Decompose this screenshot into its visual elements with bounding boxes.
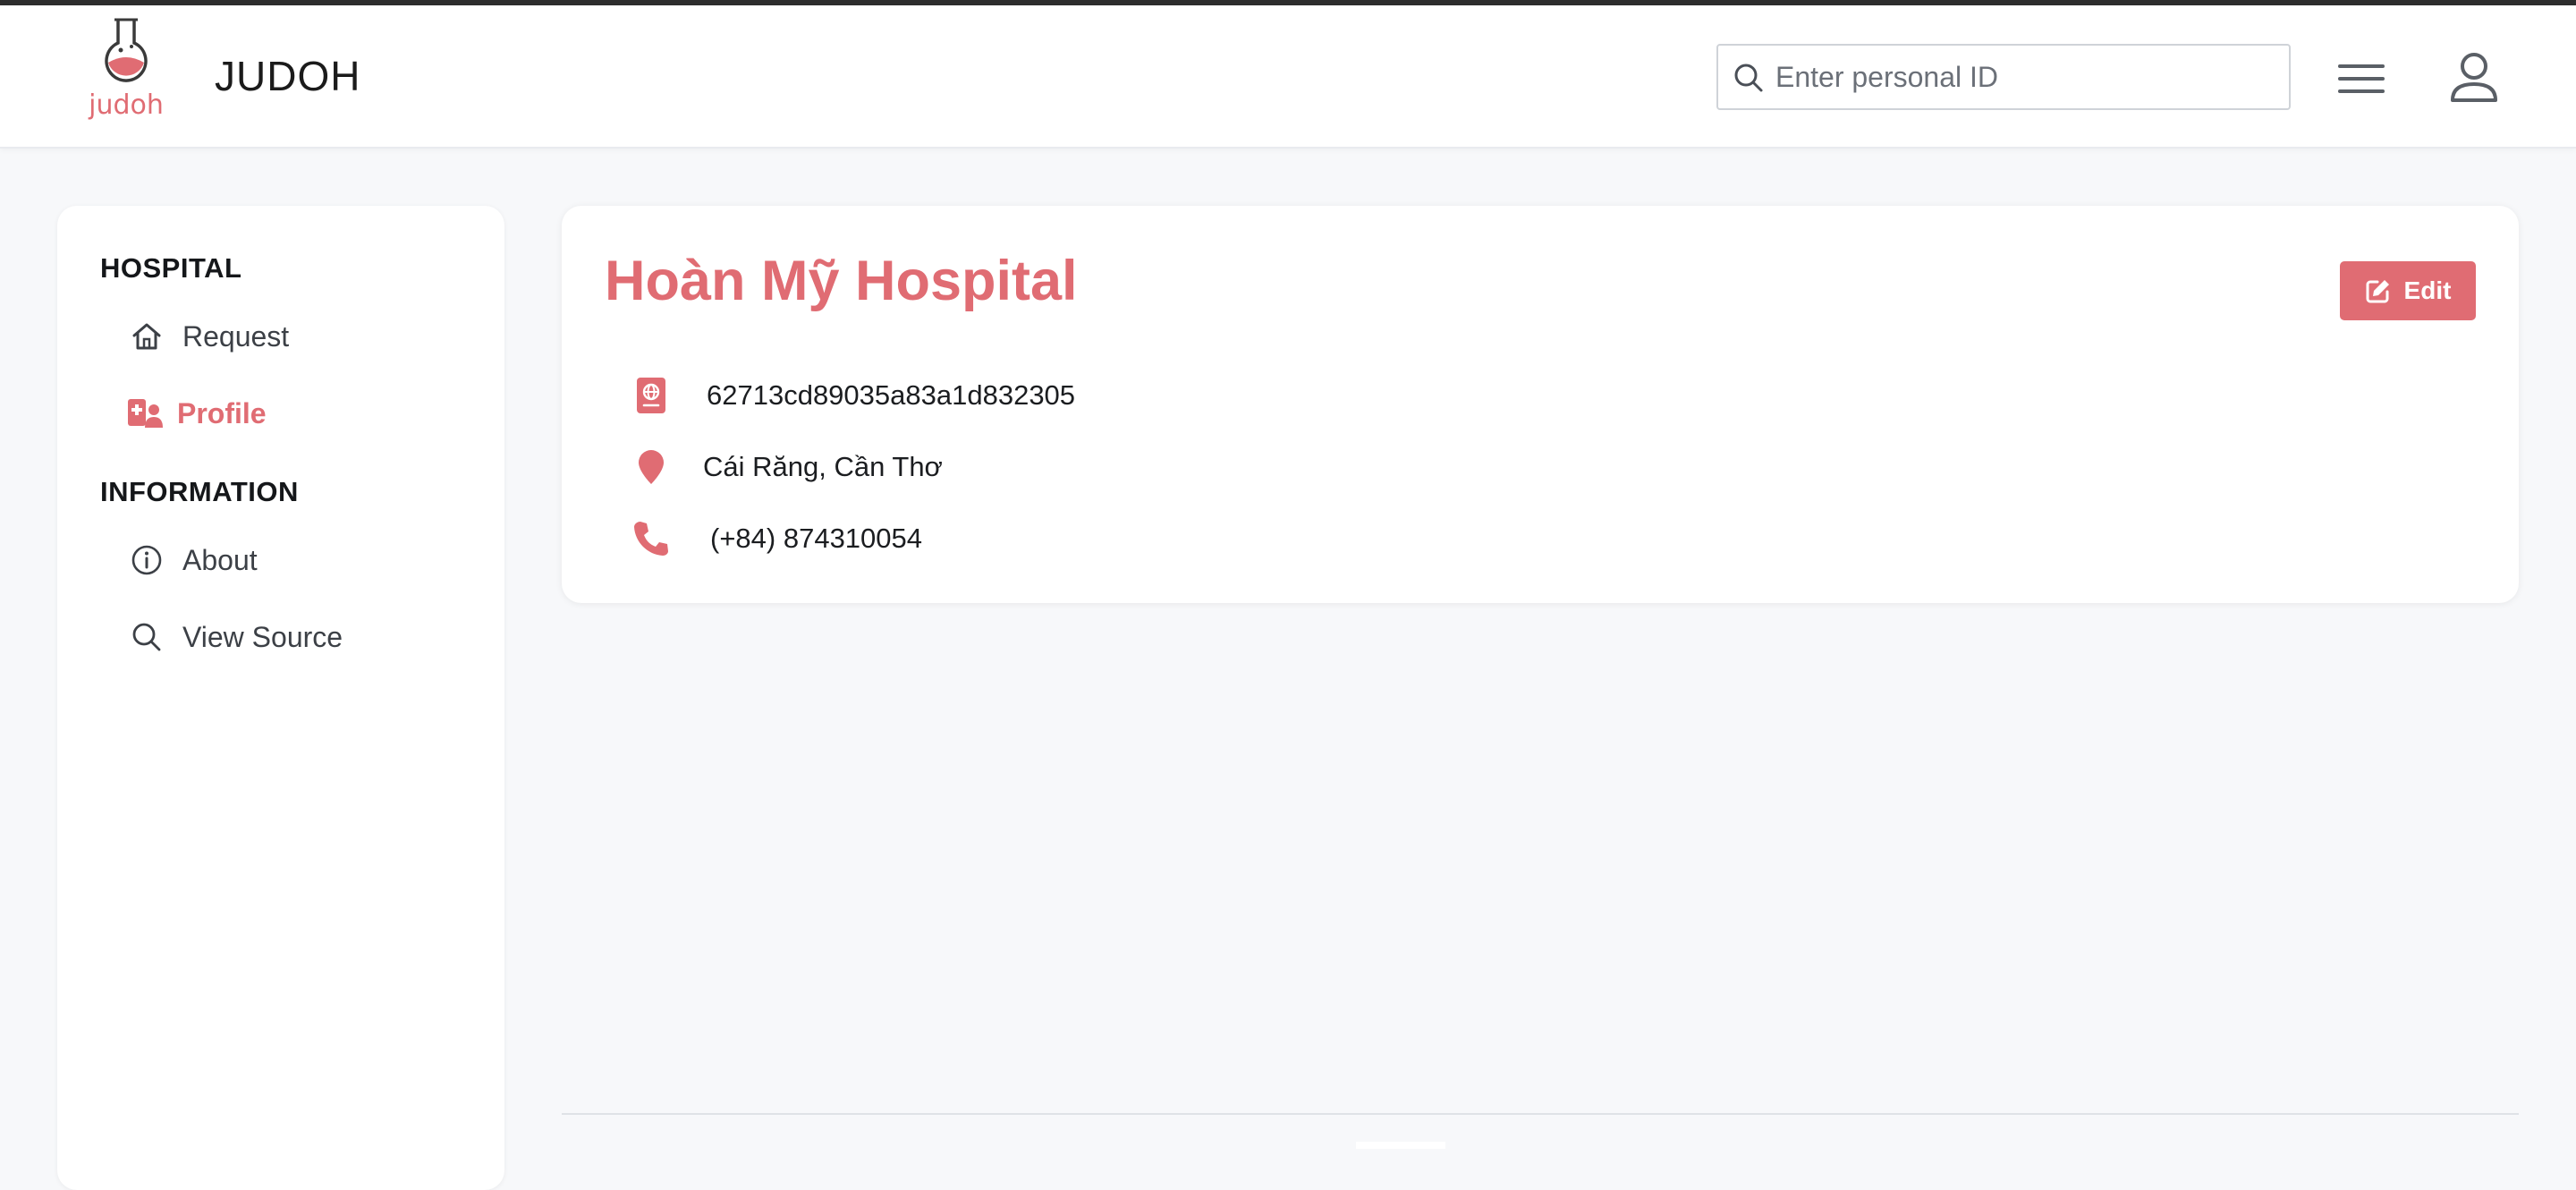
sidebar-item-label: Profile bbox=[177, 396, 267, 429]
location-pin-icon bbox=[631, 446, 671, 489]
hospital-id: 62713cd89035a83a1d832305 bbox=[707, 379, 1076, 411]
hospital-name: Hoàn Mỹ Hospital bbox=[605, 250, 1078, 312]
search-icon bbox=[1734, 64, 1763, 92]
edit-icon bbox=[2366, 280, 2389, 303]
passport-icon bbox=[631, 374, 671, 417]
flask-icon bbox=[105, 18, 148, 82]
hospital-phone-row: (+84) 874310054 bbox=[631, 512, 922, 565]
sidebar-item-label: About bbox=[182, 543, 258, 576]
footer-divider bbox=[562, 1113, 2519, 1115]
app-title: JUDOH bbox=[215, 53, 361, 99]
home-icon bbox=[129, 319, 165, 354]
sidebar-item-label: Request bbox=[182, 319, 290, 353]
user-account-button[interactable] bbox=[2447, 50, 2501, 106]
sidebar-section-hospital: HOSPITAL bbox=[100, 252, 242, 284]
search-icon bbox=[129, 619, 165, 655]
user-icon bbox=[2451, 53, 2497, 102]
sidebar-item-request[interactable]: Request bbox=[129, 311, 289, 361]
hamburger-menu-icon bbox=[2338, 64, 2385, 93]
search-box bbox=[1716, 44, 2291, 110]
edit-button-label: Edit bbox=[2403, 276, 2452, 304]
hospital-id-row: 62713cd89035a83a1d832305 bbox=[631, 369, 1075, 422]
sidebar-item-about[interactable]: About bbox=[129, 535, 258, 585]
hospital-address-row: Cái Răng, Cần Thơ bbox=[631, 440, 943, 494]
phone-icon bbox=[631, 517, 671, 560]
sidebar-item-label: View Source bbox=[182, 620, 343, 653]
app-logo[interactable]: judoh bbox=[86, 16, 166, 122]
logo-text: judoh bbox=[89, 89, 164, 121]
edit-button[interactable]: Edit bbox=[2340, 261, 2476, 320]
info-circle-icon bbox=[129, 542, 165, 578]
hospital-phone: (+84) 874310054 bbox=[710, 523, 923, 554]
sidebar: HOSPITAL Request Profile INFORMATION Abo… bbox=[57, 206, 504, 1190]
hospital-address: Cái Răng, Cần Thơ bbox=[703, 451, 943, 482]
hospital-user-icon bbox=[127, 395, 163, 431]
sidebar-item-view-source[interactable]: View Source bbox=[129, 612, 343, 662]
sidebar-item-profile[interactable]: Profile bbox=[127, 388, 267, 438]
footer-stub bbox=[1356, 1142, 1445, 1149]
menu-button[interactable] bbox=[2334, 57, 2388, 100]
app-header: judoh JUDOH bbox=[0, 5, 2576, 149]
personal-id-search-input[interactable] bbox=[1775, 47, 2276, 106]
hospital-profile-card: Hoàn Mỹ Hospital Edit 62713cd89035a83a1d… bbox=[562, 206, 2519, 603]
sidebar-section-information: INFORMATION bbox=[100, 476, 299, 507]
